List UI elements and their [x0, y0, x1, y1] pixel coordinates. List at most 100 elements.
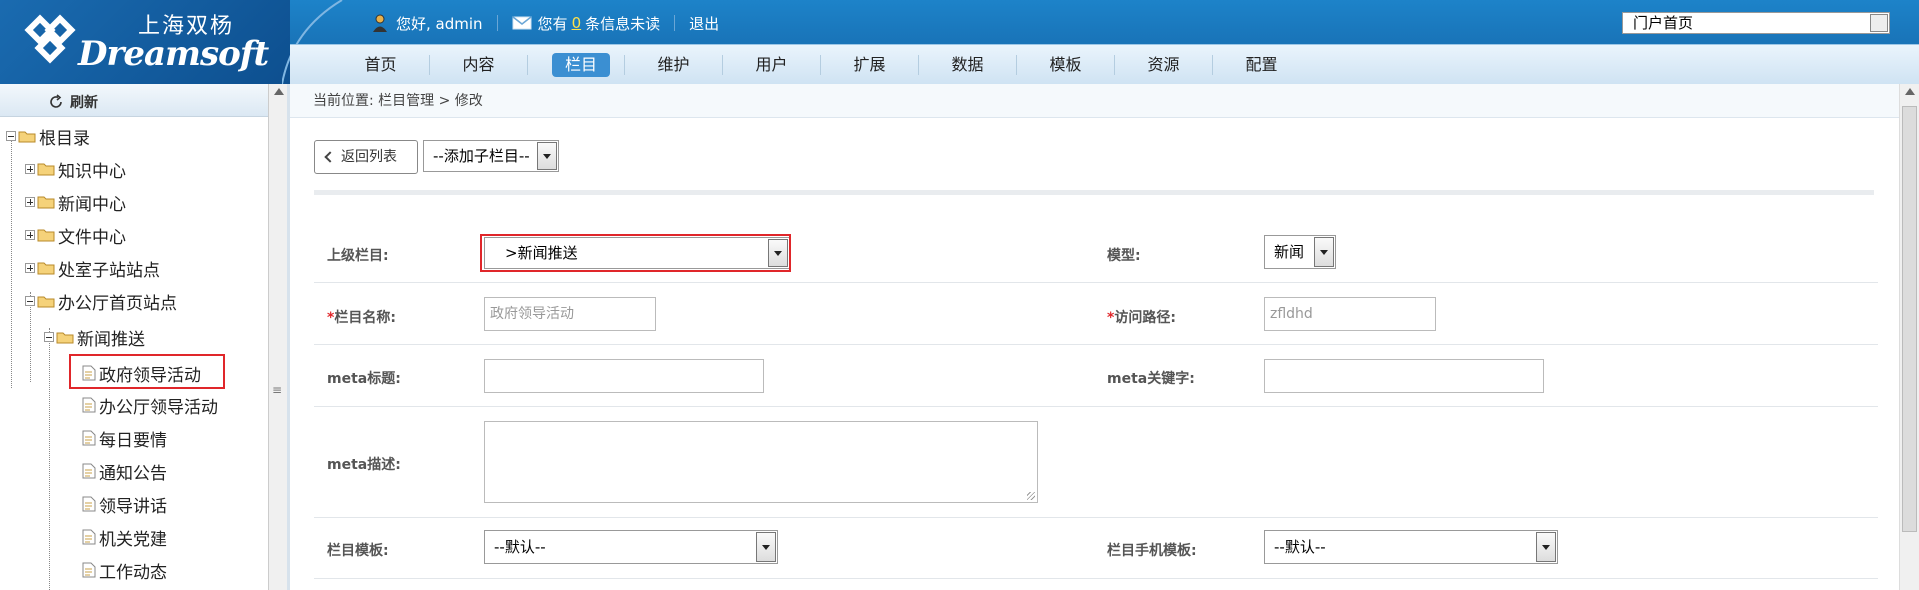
meta-description-label: meta描述:	[327, 457, 401, 473]
header: 上海双杨 Dreamsoft 您好, admin 您有 0 条信息未读 退出 门…	[0, 0, 1919, 84]
tree-node-news[interactable]: 新闻中心	[25, 189, 126, 215]
tree-leaf-daily[interactable]: 每日要情	[82, 425, 167, 451]
tree-node-label: 知识中心	[58, 161, 126, 182]
collapse-icon[interactable]	[25, 296, 35, 306]
expand-icon[interactable]	[25, 263, 35, 273]
tree-line	[11, 140, 12, 388]
logout-link[interactable]: 退出	[689, 13, 719, 34]
user-bar: 您好, admin 您有 0 条信息未读 退出	[370, 12, 719, 34]
tree-node-label: 新闻中心	[58, 194, 126, 215]
tree-leaf-label: 领导讲话	[99, 496, 167, 517]
page-icon	[82, 529, 96, 545]
unread-count-link[interactable]: 0	[572, 14, 582, 32]
page-icon	[82, 496, 96, 512]
tree-node-label: 办公厅首页站点	[58, 293, 177, 314]
chevron-down-icon[interactable]	[537, 142, 557, 170]
tree-leaf-label: 每日要情	[99, 430, 167, 451]
dreamsoft-logo-icon	[24, 14, 76, 64]
chevron-down-icon[interactable]	[1536, 532, 1556, 562]
chevron-down-icon[interactable]	[756, 532, 776, 562]
main-panel: 当前位置: 栏目管理 > 修改 返回列表 --添加子栏目-- 上级栏目: >新闻…	[290, 84, 1899, 590]
collapse-icon[interactable]	[6, 131, 16, 141]
scroll-up-icon[interactable]	[1905, 88, 1915, 95]
chevron-down-icon[interactable]	[1314, 237, 1334, 267]
column-name-input[interactable]: 政府领导活动	[484, 297, 656, 331]
add-child-select[interactable]: --添加子栏目--	[423, 140, 559, 172]
messages-prefix: 您有	[537, 14, 568, 33]
nav-column[interactable]: 栏目	[552, 53, 610, 77]
splitter-grip-icon[interactable]: ≡	[272, 383, 282, 397]
access-path-label: *访问路径:	[1107, 310, 1176, 326]
nav-users[interactable]: 用户	[723, 53, 820, 77]
mobile-template-value: --默认--	[1274, 538, 1326, 556]
folder-open-icon	[56, 332, 74, 344]
folder-icon	[37, 262, 55, 275]
logo-english-text: Dreamsoft	[78, 34, 269, 74]
nav-extensions[interactable]: 扩展	[821, 53, 918, 77]
tree-node-subsites[interactable]: 处室子站站点	[25, 255, 160, 281]
page-icon	[82, 397, 96, 413]
row-divider	[314, 282, 1878, 283]
tree-line	[49, 328, 50, 590]
column-template-select[interactable]: --默认--	[484, 530, 778, 564]
model-select[interactable]: 新闻	[1264, 235, 1336, 269]
column-template-value: --默认--	[494, 538, 546, 556]
chevron-left-icon	[324, 151, 336, 163]
tree-leaf-label: 机关党建	[99, 529, 167, 550]
row-divider	[314, 578, 1878, 579]
expand-icon[interactable]	[25, 164, 35, 174]
portal-select[interactable]: 门户首页	[1622, 12, 1890, 34]
tree-leaf-work[interactable]: 工作动态	[82, 557, 167, 583]
tree-leaf-label: 办公厅领导活动	[99, 397, 218, 418]
folder-icon	[37, 163, 55, 176]
meta-keywords-input[interactable]	[1264, 359, 1544, 393]
tree-leaf-notice[interactable]: 通知公告	[82, 458, 167, 484]
main-nav: 首页 内容 栏目 维护 用户 扩展 数据 模板 资源 配置	[290, 44, 1919, 84]
column-name-label: *栏目名称:	[327, 310, 396, 326]
tree-leaf-party[interactable]: 机关党建	[82, 524, 167, 550]
messages-suffix: 条信息未读	[585, 14, 661, 33]
refresh-label: 刷新	[70, 95, 98, 111]
row-divider	[314, 517, 1878, 518]
tree-leaf-office-leader[interactable]: 办公厅领导活动	[82, 392, 218, 418]
tree-node-files[interactable]: 文件中心	[25, 222, 126, 248]
main-scrollbar[interactable]	[1899, 84, 1919, 590]
back-button-label: 返回列表	[341, 149, 397, 165]
refresh-button[interactable]: 刷新	[48, 92, 98, 112]
resize-grip-icon[interactable]	[1027, 492, 1035, 500]
scroll-thumb[interactable]	[1902, 106, 1917, 532]
back-to-list-button[interactable]: 返回列表	[314, 140, 418, 174]
mobile-template-select[interactable]: --默认--	[1264, 530, 1558, 564]
expand-icon[interactable]	[25, 230, 35, 240]
scroll-up-icon[interactable]	[274, 88, 284, 95]
meta-description-textarea[interactable]	[484, 421, 1038, 503]
model-select-value: 新闻	[1274, 243, 1305, 261]
folder-icon	[37, 229, 55, 242]
tree-node-knowledge[interactable]: 知识中心	[25, 156, 126, 182]
row-divider	[314, 406, 1878, 407]
meta-title-input[interactable]	[484, 359, 764, 393]
nav-config[interactable]: 配置	[1213, 53, 1310, 77]
expand-icon[interactable]	[25, 197, 35, 207]
tree-node-root[interactable]: 根目录	[6, 123, 90, 149]
nav-templates[interactable]: 模板	[1017, 53, 1114, 77]
nav-data[interactable]: 数据	[919, 53, 1016, 77]
chevron-down-icon[interactable]	[1870, 14, 1888, 32]
nav-maintenance[interactable]: 维护	[625, 53, 722, 77]
tree-node-news-push[interactable]: 新闻推送	[44, 324, 145, 350]
model-label: 模型:	[1107, 248, 1141, 264]
nav-content[interactable]: 内容	[430, 53, 527, 77]
page-icon	[82, 562, 96, 578]
nav-resources[interactable]: 资源	[1115, 53, 1212, 77]
tree-leaf-speech[interactable]: 领导讲话	[82, 491, 167, 517]
nav-home[interactable]: 首页	[332, 53, 429, 77]
meta-title-label: meta标题:	[327, 371, 401, 387]
mobile-template-label: 栏目手机模板:	[1107, 543, 1197, 559]
nav-divider	[527, 55, 528, 75]
sidebar: 刷新 根目录 知识中心 新闻中心 文件中心 处室子站站点 办公厅首页站点 新闻推…	[0, 84, 270, 590]
tree-node-office-home[interactable]: 办公厅首页站点	[25, 288, 177, 314]
selected-node-highlight	[69, 354, 225, 389]
collapse-icon[interactable]	[44, 332, 54, 342]
sidebar-scrollbar[interactable]	[268, 84, 287, 590]
access-path-input[interactable]: zfldhd	[1264, 297, 1436, 331]
